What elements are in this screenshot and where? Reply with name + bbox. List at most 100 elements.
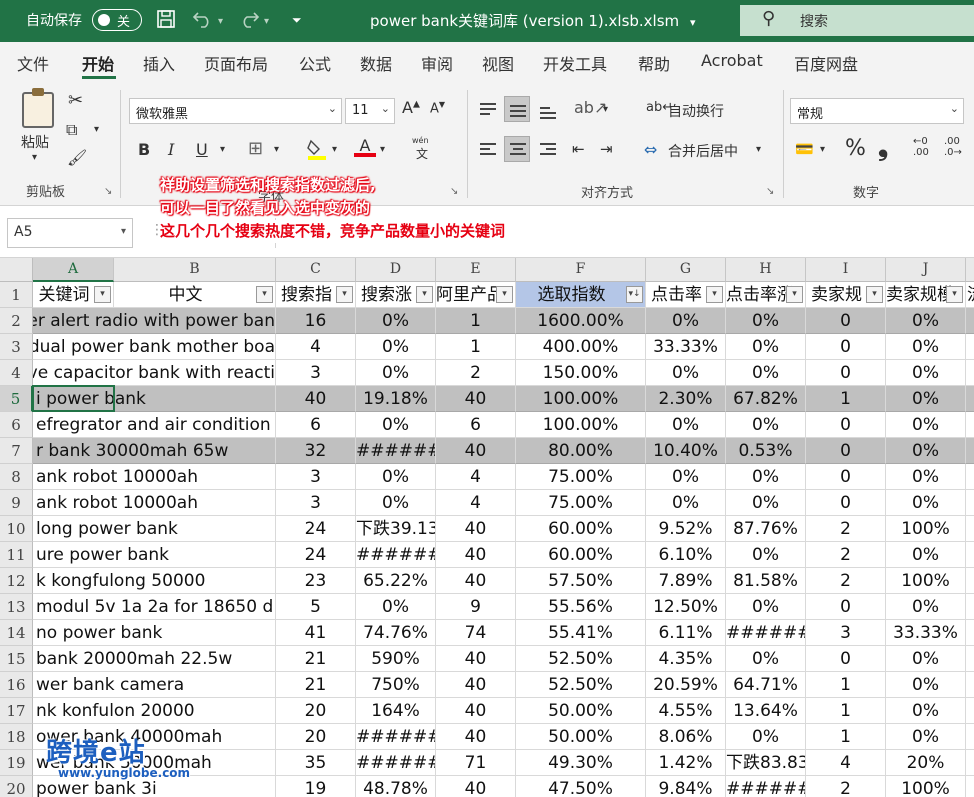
undo-dropdown-icon[interactable]: ▾	[218, 16, 223, 27]
cell-f[interactable]: 60.00%	[516, 516, 646, 542]
cell-g[interactable]: 0%	[646, 412, 726, 438]
cell-j[interactable]: 0%	[886, 360, 966, 386]
underline-dropdown-icon[interactable]: ▾	[220, 144, 225, 155]
cell-j[interactable]: 0%	[886, 594, 966, 620]
menu-home[interactable]: 开始	[82, 51, 114, 75]
column-header-i[interactable]: I	[806, 258, 886, 282]
italic-button[interactable]: I	[168, 140, 174, 159]
copy-icon[interactable]: ⧉	[66, 120, 77, 140]
cell-d[interactable]: 0%	[356, 412, 436, 438]
wrap-text-button[interactable]: 自动换行	[668, 101, 724, 121]
cell-f[interactable]: 60.00%	[516, 542, 646, 568]
filter-button-icon[interactable]: ▾	[94, 286, 111, 303]
cell-d[interactable]: 74.76%	[356, 620, 436, 646]
header-cell[interactable]: 搜索指 ▾	[276, 282, 356, 308]
cell-g[interactable]: 7.89%	[646, 568, 726, 594]
cell-d[interactable]: 590%	[356, 646, 436, 672]
row-number[interactable]: 6	[0, 412, 33, 438]
merge-center-button[interactable]: 合并后居中	[668, 141, 738, 161]
cell-a[interactable]: dual power bank mother boa	[33, 334, 276, 360]
cell-c[interactable]: 6	[276, 412, 356, 438]
cell-c[interactable]: 20	[276, 724, 356, 750]
cell-g[interactable]: 0%	[646, 360, 726, 386]
cell-i[interactable]: 0	[806, 308, 886, 334]
filter-button-icon[interactable]: ▾	[946, 286, 963, 303]
clipboard-launcher-icon[interactable]: ↘	[104, 186, 112, 197]
cell-e[interactable]: 40	[436, 438, 516, 464]
cell-c[interactable]: 4	[276, 334, 356, 360]
cell-h[interactable]: 0%	[726, 464, 806, 490]
autosave-toggle[interactable]: 关	[92, 9, 142, 31]
menu-formulas[interactable]: 公式	[299, 51, 331, 75]
currency-dropdown-icon[interactable]: ▾	[820, 144, 825, 155]
name-box[interactable]: A5 ▾	[7, 218, 133, 248]
cell-c[interactable]: 32	[276, 438, 356, 464]
save-icon[interactable]	[156, 9, 176, 34]
menu-page-layout[interactable]: 页面布局	[204, 51, 268, 75]
cell-h[interactable]: 0%	[726, 334, 806, 360]
merge-center-icon[interactable]: ⇔	[644, 140, 657, 159]
filter-button-icon[interactable]: ▾	[706, 286, 723, 303]
cell-h[interactable]: 67.82%	[726, 386, 806, 412]
header-cell[interactable]: 点击率 ▾	[646, 282, 726, 308]
redo-icon[interactable]	[238, 9, 260, 34]
cell-e[interactable]: 40	[436, 646, 516, 672]
orientation-dropdown-icon[interactable]: ▾	[603, 104, 608, 115]
align-right-button[interactable]	[534, 136, 560, 162]
cut-icon[interactable]: ✂	[68, 90, 83, 111]
paste-icon[interactable]	[22, 88, 54, 128]
cell-j[interactable]: 0%	[886, 724, 966, 750]
cell-c[interactable]: 21	[276, 672, 356, 698]
alignment-launcher-icon[interactable]: ↘	[766, 186, 774, 197]
cell-d[interactable]: 0%	[356, 334, 436, 360]
cell-e[interactable]: 2	[436, 360, 516, 386]
redo-dropdown-icon[interactable]: ▾	[264, 16, 269, 27]
decrease-decimal-button[interactable]: .00.0→	[944, 136, 962, 158]
increase-decimal-button[interactable]: ←0.00	[913, 136, 929, 158]
cell-d[interactable]: ######	[356, 438, 436, 464]
header-cell[interactable]: 关键词 ▾	[33, 282, 114, 308]
cell-i[interactable]: 1	[806, 698, 886, 724]
cell-g[interactable]: 10.40%	[646, 438, 726, 464]
cell-f[interactable]: 400.00%	[516, 334, 646, 360]
cell-k[interactable]	[966, 750, 974, 776]
column-header-b[interactable]: B	[114, 258, 276, 282]
cell-k[interactable]	[966, 360, 974, 386]
select-all-corner[interactable]	[0, 258, 33, 282]
document-title[interactable]: power bank关键词库 (version 1).xlsb.xlsm ▾	[370, 10, 695, 31]
cell-g[interactable]: 0%	[646, 490, 726, 516]
header-cell[interactable]: 阿里产品 ▾	[436, 282, 516, 308]
menu-file[interactable]: 文件	[17, 51, 49, 75]
column-header-e[interactable]: E	[436, 258, 516, 282]
cell-h[interactable]: 81.58%	[726, 568, 806, 594]
cell-i[interactable]: 4	[806, 750, 886, 776]
cell-j[interactable]: 0%	[886, 698, 966, 724]
row-number[interactable]: 4	[0, 360, 33, 386]
cell-d[interactable]: 48.78%	[356, 776, 436, 797]
cell-d[interactable]: 164%	[356, 698, 436, 724]
row-number[interactable]: 3	[0, 334, 33, 360]
cell-c[interactable]: 21	[276, 646, 356, 672]
cell-j[interactable]: 0%	[886, 646, 966, 672]
cell-k[interactable]	[966, 438, 974, 464]
cell-f[interactable]: 55.41%	[516, 620, 646, 646]
column-header-g[interactable]: G	[646, 258, 726, 282]
phonetic-guide-icon[interactable]: wén 文	[412, 136, 429, 162]
cell-k[interactable]	[966, 620, 974, 646]
cell-i[interactable]: 2	[806, 542, 886, 568]
cell-k[interactable]	[966, 776, 974, 797]
cell-h[interactable]: 13.64%	[726, 698, 806, 724]
cell-f[interactable]: 150.00%	[516, 360, 646, 386]
row-number[interactable]: 12	[0, 568, 33, 594]
cell-f[interactable]: 57.50%	[516, 568, 646, 594]
cell-d[interactable]: 750%	[356, 672, 436, 698]
cell-d[interactable]: 0%	[356, 594, 436, 620]
cell-c[interactable]: 3	[276, 490, 356, 516]
fill-color-icon[interactable]	[306, 137, 328, 160]
align-middle-button[interactable]	[504, 96, 530, 122]
cell-a[interactable]: wer bank camera	[33, 672, 276, 698]
menu-insert[interactable]: 插入	[143, 51, 175, 75]
cell-k[interactable]	[966, 698, 974, 724]
cell-j[interactable]: 0%	[886, 542, 966, 568]
cell-h[interactable]: 0%	[726, 646, 806, 672]
